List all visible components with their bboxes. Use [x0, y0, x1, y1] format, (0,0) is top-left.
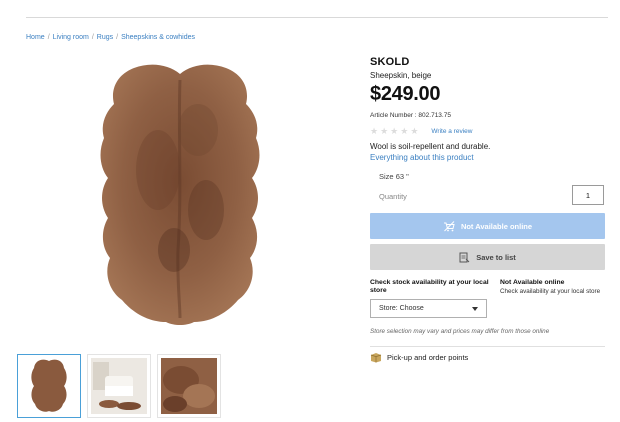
- product-details-link[interactable]: Everything about this product: [370, 153, 605, 162]
- save-to-list-label: Save to list: [476, 252, 516, 262]
- availability-title: Not Available online: [500, 279, 565, 286]
- product-main-image[interactable]: [88, 60, 272, 332]
- thumbnail-1[interactable]: [17, 354, 81, 418]
- not-available-label: Not Available online: [460, 221, 533, 231]
- article-number: Article Number : 802.713.75: [370, 112, 605, 119]
- top-divider: [26, 17, 608, 18]
- pickup-points-label: Pick-up and order points: [387, 353, 469, 362]
- star-icon: ★: [410, 125, 419, 136]
- list-icon: [459, 252, 470, 262]
- thumbnail-3[interactable]: [157, 354, 221, 418]
- store-select-value: Choose: [399, 305, 424, 312]
- cart-disabled-icon: [443, 220, 455, 231]
- product-description: Sheepskin, beige: [370, 71, 432, 80]
- star-icon: ★: [400, 125, 409, 136]
- breadcrumb-separator: /: [47, 34, 50, 41]
- save-to-list-button[interactable]: Save to list: [370, 244, 605, 270]
- rating-stars[interactable]: ★ ★ ★ ★ ★: [370, 125, 419, 136]
- star-icon: ★: [380, 125, 389, 136]
- rating-row: ★ ★ ★ ★ ★ Write a review: [370, 126, 605, 136]
- feature-text: Wool is soil-repellent and durable.: [370, 142, 491, 151]
- size-value: 63 ": [395, 172, 409, 181]
- store-select-label: Store:: [379, 305, 398, 312]
- write-review-link[interactable]: Write a review: [431, 128, 472, 135]
- chevron-down-icon: [472, 307, 478, 311]
- product-price: $249.00: [370, 83, 441, 105]
- article-number-value: 802.713.75: [418, 112, 451, 119]
- store-disclaimer: Store selection may vary and prices may …: [370, 328, 550, 335]
- quantity-input[interactable]: 1: [572, 185, 604, 205]
- box-icon: [370, 353, 382, 363]
- store-select[interactable]: Store: Choose: [370, 299, 487, 318]
- breadcrumb-living-room[interactable]: Living room: [53, 34, 89, 41]
- breadcrumb: Home / Living room / Rugs / Sheepskins & cowhi…: [26, 34, 195, 41]
- product-info-panel: SKOLD Sheepskin, beige $249.00 Article N…: [370, 56, 605, 363]
- star-icon: ★: [370, 125, 379, 136]
- thumbnail-strip: [17, 354, 221, 418]
- section-divider: [370, 346, 605, 347]
- quantity-row: Quantity 1: [370, 185, 605, 207]
- product-name: SKOLD: [370, 56, 410, 68]
- article-number-label: Article Number :: [370, 112, 417, 119]
- breadcrumb-sheepskins[interactable]: Sheepskins & cowhides: [121, 34, 195, 41]
- thumbnail-2[interactable]: [87, 354, 151, 418]
- availability-section: Not Available online Check availability …: [500, 279, 605, 296]
- breadcrumb-rugs[interactable]: Rugs: [97, 34, 113, 41]
- breadcrumb-separator: /: [116, 34, 119, 41]
- pickup-points-link[interactable]: Pick-up and order points: [370, 352, 468, 363]
- stock-check-section: Check stock availability at your local s…: [370, 279, 492, 318]
- breadcrumb-home[interactable]: Home: [26, 34, 45, 41]
- breadcrumb-separator: /: [91, 34, 94, 41]
- stock-check-title: Check stock availability at your local s…: [370, 279, 489, 294]
- size-row: Size 63 ": [379, 172, 605, 181]
- not-available-online-button[interactable]: Not Available online: [370, 213, 605, 239]
- star-icon: ★: [390, 125, 399, 136]
- availability-text: Check availability at your local store: [500, 288, 601, 295]
- quantity-label: Quantity: [379, 192, 407, 201]
- size-label: Size: [379, 172, 394, 181]
